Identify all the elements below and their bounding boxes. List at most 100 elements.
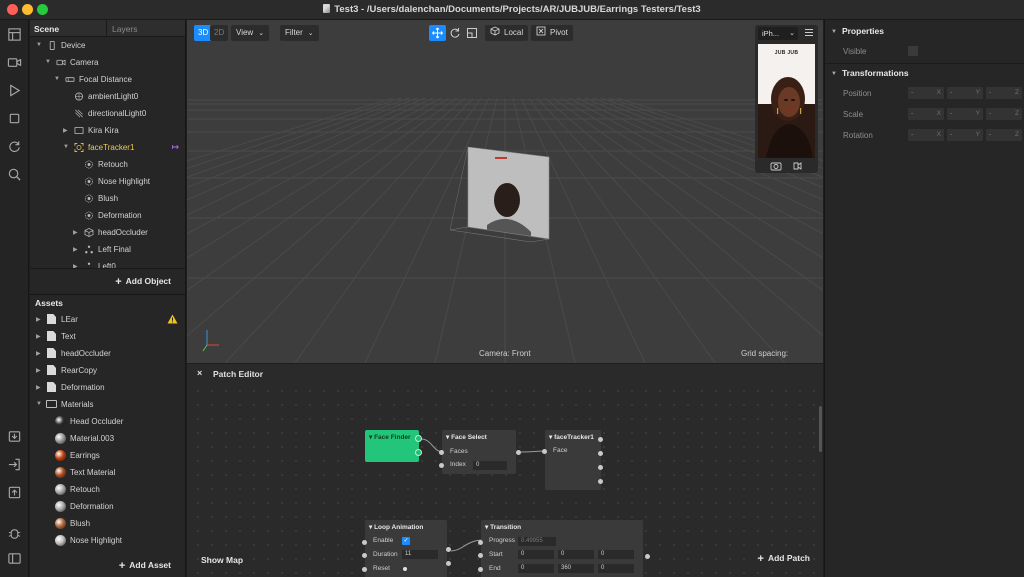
local-space-button[interactable]: Local [485,25,529,41]
import-icon[interactable] [7,429,22,444]
move-tool-button[interactable] [429,25,446,41]
asset-item[interactable]: ▼ Materials [30,396,185,413]
stop-icon[interactable] [7,111,22,126]
index-field[interactable]: 0 [473,461,507,470]
material-item[interactable]: Retouch [30,481,185,498]
loop-animation-node[interactable]: ▾ Loop Animation Enable ✓ Duration 11 Re… [362,520,451,577]
scene-tree-item[interactable]: ▶ Left Final [30,241,185,258]
material-item[interactable]: Nose Highlight [30,532,185,549]
output-port[interactable] [415,435,422,442]
output-port[interactable] [446,547,451,552]
scale-tool-button[interactable] [464,25,480,41]
patch-link-icon[interactable]: ↦ [171,142,179,153]
input-port[interactable] [478,540,483,545]
chevron-down-icon[interactable]: ▼ [36,401,42,407]
output-port[interactable] [415,449,422,456]
chevron-right-icon[interactable]: ▶ [63,127,70,134]
chevron-down-icon[interactable]: ▼ [45,59,52,65]
pivot-button[interactable]: Pivot [531,25,573,41]
chevron-down-icon[interactable]: ▼ [36,42,43,48]
reset-pulse-button[interactable] [403,567,407,571]
transform-field-z[interactable]: -Z [986,129,1022,141]
start-z-field[interactable]: 0 [598,550,634,559]
viewport[interactable]: 3D 2D View ⌄ Filter ⌄ Local Pivot Camera: … [187,20,823,363]
tab-scene[interactable]: Scene [34,24,59,34]
face-tracker-node[interactable]: ▾ faceTracker1 Face [542,430,603,490]
scene-tree-item[interactable]: ▶ headOccluder [30,224,185,241]
scene-tree-item[interactable]: Deformation [30,207,185,224]
scene-tree-item[interactable]: ▶ Kira Kira [30,122,185,139]
add-object-button[interactable]: + Add Object [115,276,171,288]
properties-header[interactable]: ▼ Properties [831,26,884,36]
flip-camera-icon[interactable] [791,161,803,171]
view-dropdown[interactable]: View ⌄ [231,25,270,41]
device-select[interactable]: iPh... ⌄ [758,27,798,40]
transform-field-y[interactable]: -Y [947,87,983,99]
chevron-right-icon[interactable]: ▶ [73,246,80,253]
menu-icon[interactable] [805,29,813,36]
material-item[interactable]: Blush [30,515,185,532]
add-asset-button[interactable]: + Add Asset [119,560,171,572]
transform-field-x[interactable]: -X [908,129,944,141]
output-port[interactable] [598,465,603,470]
material-item[interactable]: Head Occluder [30,413,185,430]
chevron-down-icon[interactable]: ▼ [54,76,61,82]
chevron-right-icon[interactable]: ▶ [36,367,41,374]
play-icon[interactable] [7,83,22,98]
refresh-icon[interactable] [7,139,22,154]
capture-icon[interactable] [770,161,782,171]
search-icon[interactable] [7,167,22,182]
asset-item[interactable]: ▶ RearCopy [30,362,185,379]
face-finder-node[interactable]: ▾ Face Finder [365,430,422,462]
transform-field-y[interactable]: -Y [947,129,983,141]
input-port[interactable] [362,553,367,558]
output-port[interactable] [598,479,603,484]
material-item[interactable]: Material.003 [30,430,185,447]
bug-icon[interactable] [7,526,22,541]
scene-tree-item[interactable]: directionalLight0 [30,105,185,122]
sign-in-icon[interactable] [7,457,22,472]
enable-checkbox[interactable]: ✓ [402,537,410,545]
material-item[interactable]: Earrings [30,447,185,464]
input-port[interactable] [439,450,444,455]
end-y-field[interactable]: 360 [558,564,594,573]
output-port[interactable] [446,561,451,566]
scene-tree-item[interactable]: ▼ faceTracker1 ↦ [30,139,185,156]
rotate-tool-button[interactable] [447,25,463,41]
mode-2d-button[interactable]: 2D [210,25,229,41]
transition-node[interactable]: ▾ Transition Progress 0.49955 Start 0 0 … [478,520,650,577]
scene-tree-item[interactable]: Blush [30,190,185,207]
transformations-header[interactable]: ▼ Transformations [831,68,909,78]
video-camera-icon[interactable] [7,55,22,70]
chevron-right-icon[interactable]: ▶ [36,333,41,340]
warning-icon[interactable] [167,314,178,324]
end-x-field[interactable]: 0 [518,564,554,573]
show-map-button[interactable]: Show Map [201,555,243,565]
input-port[interactable] [542,449,547,454]
add-patch-button[interactable]: + Add Patch [758,553,810,565]
input-port[interactable] [478,567,483,572]
end-z-field[interactable]: 0 [598,564,634,573]
input-port[interactable] [362,567,367,572]
asset-item[interactable]: ▶ headOccluder [30,345,185,362]
input-port[interactable] [362,540,367,545]
output-port[interactable] [598,451,603,456]
progress-field[interactable]: 0.49955 [518,537,556,546]
scene-tree-item[interactable]: ambientLight0 [30,88,185,105]
chevron-down-icon[interactable]: ▼ [63,144,70,150]
scene-tree-item[interactable]: ▼ Camera [30,54,185,71]
scene-tree-item[interactable]: ▶ Left0 [30,258,185,268]
output-port[interactable] [645,554,650,559]
output-port[interactable] [516,450,521,455]
asset-item[interactable]: ▶ Text [30,328,185,345]
output-port[interactable] [598,437,603,442]
scene-tree-item[interactable]: Nose Highlight [30,173,185,190]
material-item[interactable]: Text Material [30,464,185,481]
asset-item[interactable]: ▶ LEar [30,311,185,328]
face-select-node[interactable]: ▾ Face Select Faces Index 0 [439,430,521,474]
upload-icon[interactable] [7,485,22,500]
transform-field-y[interactable]: -Y [947,108,983,120]
material-item[interactable]: Deformation [30,498,185,515]
scene-tree-item[interactable]: Retouch [30,156,185,173]
scene-tree-item[interactable]: ▼ Device [30,37,185,54]
